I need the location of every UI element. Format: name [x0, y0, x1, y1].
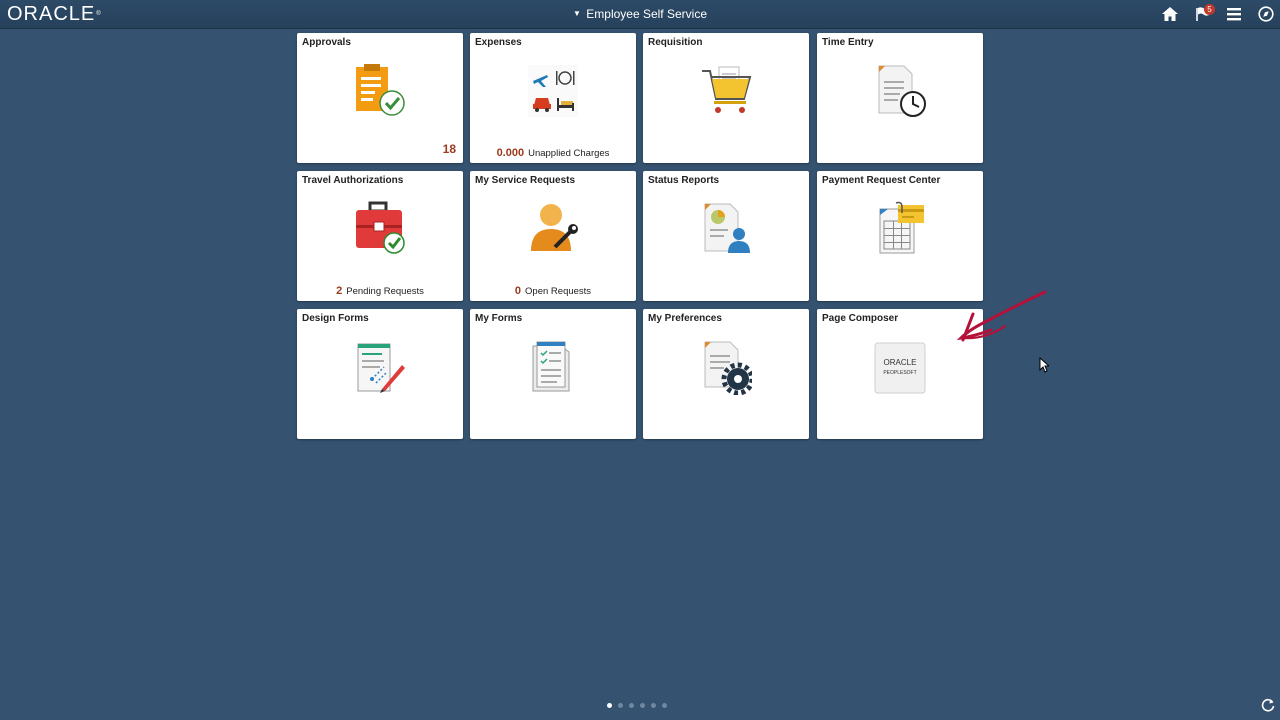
preferences-gear-icon [704, 341, 752, 395]
tile-status-reports[interactable]: Status Reports [643, 171, 809, 301]
expenses-icon [528, 65, 578, 117]
page-dot[interactable] [607, 703, 612, 708]
top-navigation-bar: ORACLE® ▼ Employee Self Service 5 [0, 0, 1280, 29]
tile-title: Status Reports [648, 175, 720, 186]
tile-time-entry[interactable]: Time Entry [817, 33, 983, 163]
tile-title: Design Forms [302, 313, 369, 324]
oracle-peoplesoft-logo: ORACLE PEOPLESOFT [874, 342, 926, 394]
logo-line-oracle: ORACLE [884, 358, 917, 367]
homepage-selector[interactable]: ▼ Employee Self Service [0, 6, 1280, 22]
tile-title: My Preferences [648, 313, 722, 324]
person-wrench-icon [531, 204, 578, 251]
tile-title: My Forms [475, 313, 523, 324]
tile-title: Travel Authorizations [302, 175, 404, 186]
expenses-footer: 0.000 Unapplied Charges [470, 147, 636, 159]
notification-count-badge: 5 [1204, 4, 1215, 15]
home-icon[interactable] [1161, 6, 1179, 22]
page-dot[interactable] [640, 703, 645, 708]
tile-my-service-requests[interactable]: My Service Requests 0 Open Requests [470, 171, 636, 301]
tile-title: Page Composer [822, 313, 899, 324]
tile-payment-request-center[interactable]: Payment Request Center [817, 171, 983, 301]
annotation-arrow [956, 290, 1047, 342]
logo-line-peoplesoft: PEOPLESOFT [883, 370, 916, 376]
tile-title: Approvals [302, 37, 351, 48]
menu-icon[interactable] [1226, 6, 1244, 22]
unapplied-charges-label: Unapplied Charges [528, 148, 610, 159]
page-dot[interactable] [651, 703, 656, 708]
unapplied-charges-amount: 0.000 [496, 147, 525, 159]
page-dot[interactable] [662, 703, 667, 708]
refresh-icon[interactable] [1261, 698, 1275, 712]
tile-title: Requisition [648, 37, 703, 48]
briefcase-check-icon [356, 201, 405, 254]
tile-title: Time Entry [822, 37, 874, 48]
tile-title: Payment Request Center [822, 175, 941, 186]
tile-my-forms[interactable]: My Forms [470, 309, 636, 439]
tile-expenses[interactable]: Expenses 0.000 Unapplied Charges [470, 33, 636, 163]
pending-requests-label: Pending Requests [346, 286, 424, 297]
page-dot[interactable] [618, 703, 623, 708]
tile-design-forms[interactable]: Design Forms [297, 309, 463, 439]
page-title[interactable]: Employee Self Service [586, 7, 707, 21]
tile-requisition[interactable]: Requisition [643, 33, 809, 163]
timesheet-clock-icon [878, 65, 926, 117]
page-dot[interactable] [629, 703, 634, 708]
open-requests-count: 0 [514, 285, 522, 297]
tile-travel-authorizations[interactable]: Travel Authorizations 2 Pending Requests [297, 171, 463, 301]
pending-requests-count: 2 [336, 285, 343, 297]
open-requests-label: Open Requests [525, 286, 592, 297]
my-forms-icon [532, 341, 570, 392]
payment-request-icon [879, 201, 924, 254]
caret-down-icon[interactable]: ▼ [573, 9, 581, 18]
travel-authorizations-footer: 2 Pending Requests [297, 285, 463, 297]
service-requests-footer: 0 Open Requests [470, 285, 636, 297]
mouse-cursor-icon [1039, 357, 1049, 373]
notifications-button[interactable]: 5 [1195, 4, 1215, 22]
shopping-cart-icon [702, 66, 752, 113]
approvals-icon [356, 64, 405, 116]
report-person-icon [704, 203, 750, 253]
design-forms-icon [357, 343, 405, 393]
tile-title: Expenses [475, 37, 522, 48]
tile-title: My Service Requests [475, 175, 576, 186]
approvals-count: 18 [442, 142, 456, 156]
navbar-compass-icon[interactable] [1257, 6, 1275, 22]
tile-my-preferences[interactable]: My Preferences [643, 309, 809, 439]
tile-approvals[interactable]: Approvals 18 [297, 33, 463, 163]
